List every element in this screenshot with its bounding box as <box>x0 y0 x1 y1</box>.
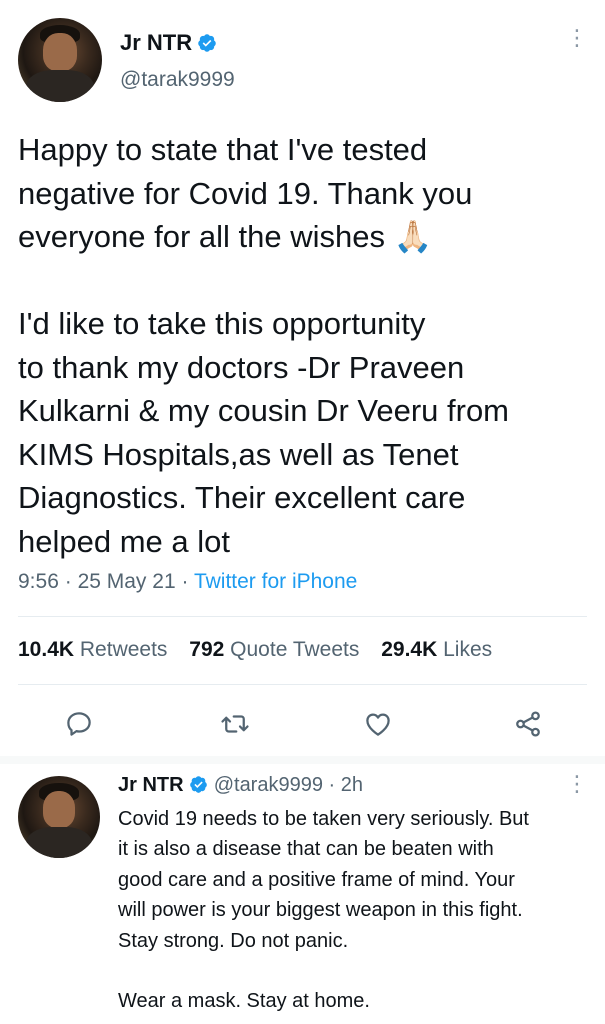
reply-author-name[interactable]: Jr NTR <box>118 774 184 796</box>
reply-time[interactable]: 2h <box>341 774 363 796</box>
like-button[interactable] <box>360 706 396 742</box>
author-avatar[interactable] <box>18 18 102 102</box>
quote-tweets-label: Quote Tweets <box>230 638 360 661</box>
reply-more-options-icon[interactable]: ⋮ <box>566 773 588 795</box>
author-name-row[interactable]: Jr NTR <box>120 30 217 56</box>
like-icon <box>366 713 390 736</box>
verified-badge-icon <box>197 34 216 52</box>
divider <box>18 684 587 685</box>
quote-tweets-count: 792 <box>189 638 225 661</box>
section-separator <box>0 756 605 764</box>
verified-badge-icon <box>190 776 207 793</box>
meta-separator: · <box>64 570 72 593</box>
tweet-meta: 9:56 · 25 May 21 · Twitter for iPhone <box>18 570 357 594</box>
avatar-body <box>26 826 92 858</box>
retweets-count: 10.4K <box>18 638 75 661</box>
author-name[interactable]: Jr NTR <box>120 30 192 55</box>
meta-separator: · <box>181 570 189 593</box>
tweet-source-link[interactable]: Twitter for iPhone <box>194 570 357 593</box>
reply-author-avatar[interactable] <box>18 776 100 858</box>
reply-icon <box>67 712 91 736</box>
retweet-icon <box>221 715 249 733</box>
tweet-time[interactable]: 9:56 <box>18 570 59 593</box>
share-button[interactable] <box>510 706 546 742</box>
more-options-icon[interactable]: ⋮ <box>566 27 588 49</box>
likes-stat[interactable]: 29.4K Likes <box>381 638 492 661</box>
author-handle[interactable]: @tarak9999 <box>120 68 235 92</box>
avatar-body <box>26 70 94 102</box>
reply-separator: · <box>328 774 336 796</box>
quote-tweets-stat[interactable]: 792 Quote Tweets <box>189 638 365 661</box>
share-icon <box>516 711 540 737</box>
reply-header: Jr NTR @tarak9999 · 2h <box>118 774 363 797</box>
engagement-stats: 10.4K Retweets 792 Quote Tweets 29.4K Li… <box>18 638 508 662</box>
retweets-label: Retweets <box>79 638 168 661</box>
tweet-text: Happy to state that I've tested negative… <box>18 132 510 559</box>
avatar-face <box>43 33 77 71</box>
reply-tweet-text: Covid 19 needs to be taken very seriousl… <box>118 808 529 1013</box>
retweet-button[interactable] <box>217 706 253 742</box>
reply-button[interactable] <box>61 706 97 742</box>
tweet-date[interactable]: 25 May 21 <box>78 570 176 593</box>
retweets-stat[interactable]: 10.4K Retweets <box>18 638 173 661</box>
likes-count: 29.4K <box>381 638 438 661</box>
avatar-face <box>42 790 76 828</box>
reply-author-handle[interactable]: @tarak9999 <box>214 774 323 796</box>
likes-label: Likes <box>443 638 493 661</box>
divider <box>18 616 587 617</box>
